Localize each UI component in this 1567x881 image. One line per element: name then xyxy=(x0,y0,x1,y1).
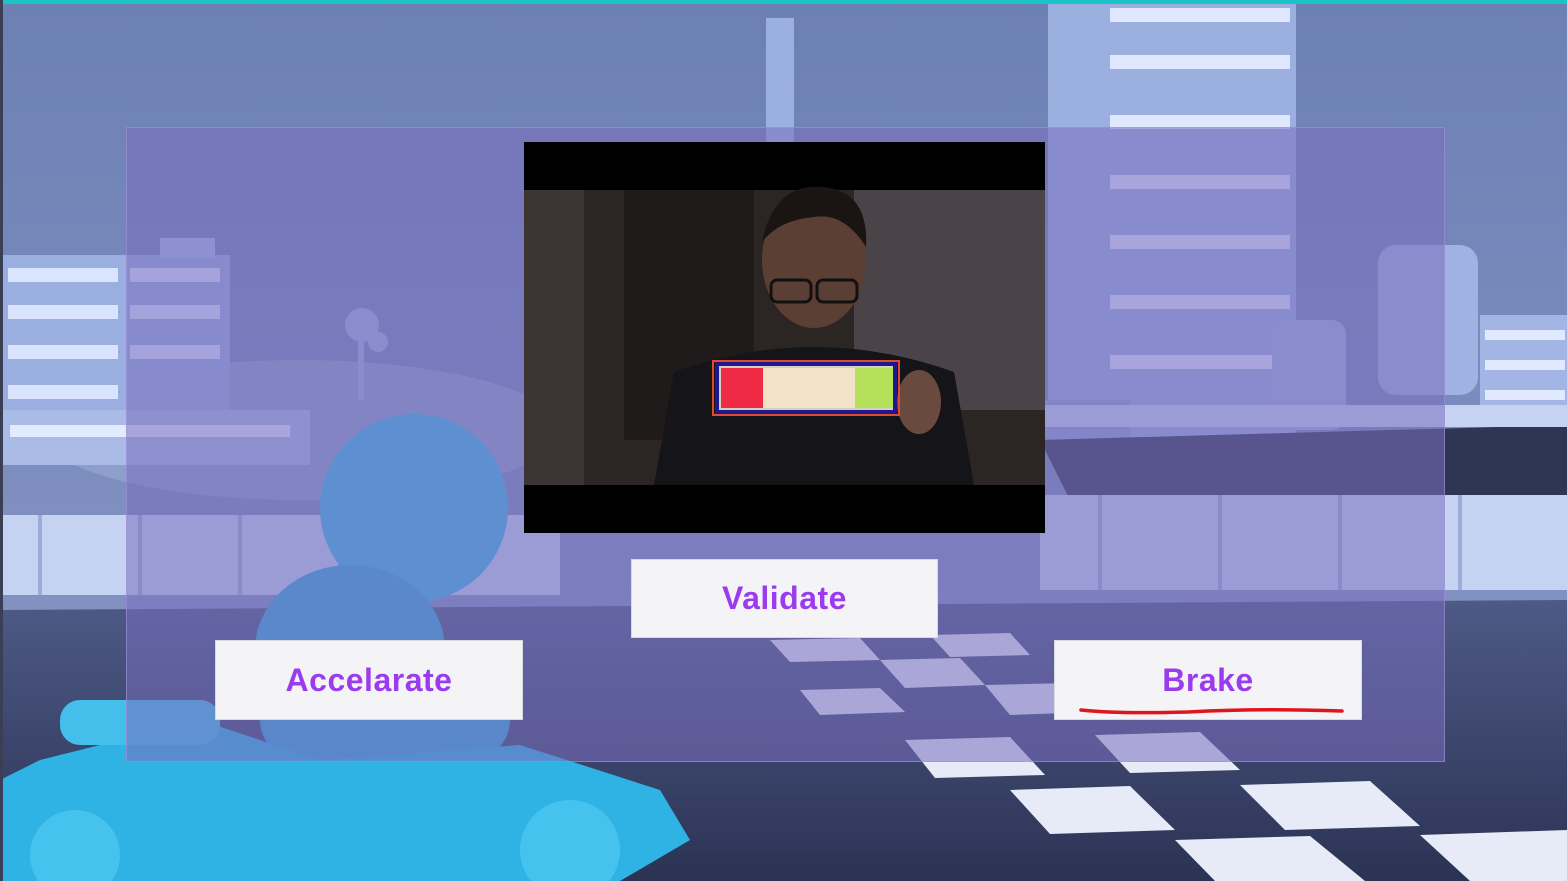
window-left-border xyxy=(0,0,3,881)
webcam-feed xyxy=(524,142,1045,533)
validate-button[interactable]: Validate xyxy=(631,559,938,638)
red-underline-annotation xyxy=(1079,707,1344,715)
accelerate-button[interactable]: Accelarate xyxy=(215,640,523,720)
building-right xyxy=(1480,315,1567,415)
top-status-strip xyxy=(0,0,1567,4)
detected-card xyxy=(712,360,900,416)
